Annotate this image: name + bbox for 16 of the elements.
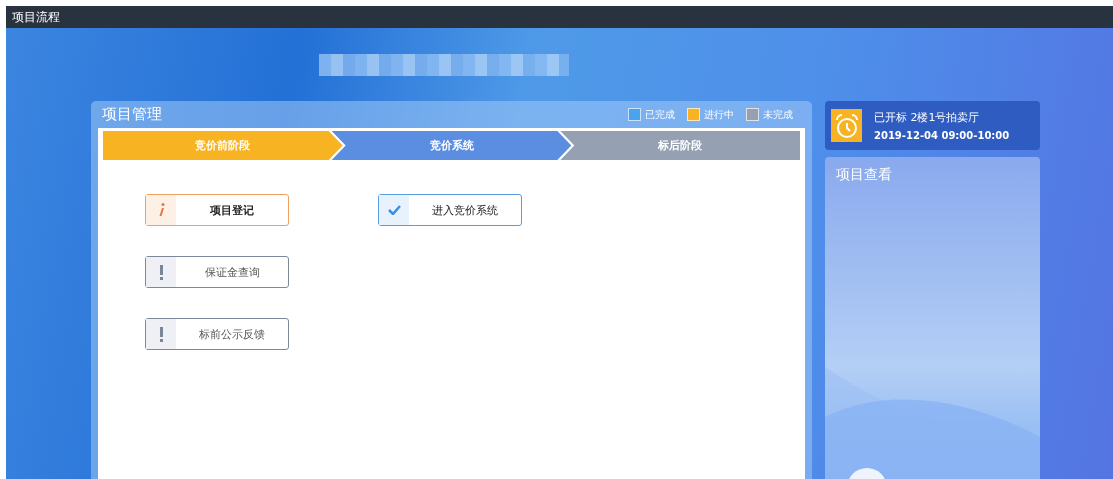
window-title: 项目流程 [12, 8, 60, 26]
action-button[interactable]: 保证金查询 [145, 256, 289, 288]
panel-title: 项目管理 [102, 105, 162, 124]
exclamation-icon [159, 264, 163, 280]
notice-time: 2019-12-04 09:00-10:00 [874, 130, 1010, 141]
action-button[interactable]: 标前公示反馈 [145, 318, 289, 350]
legend-label: 未完成 [763, 107, 793, 122]
side-card-title: 项目查看 [835, 165, 893, 184]
legend-label: 进行中 [704, 107, 734, 122]
info-icon [157, 203, 165, 217]
action-button[interactable]: 进入竞价系统 [378, 194, 522, 226]
exclamation-icon [159, 326, 163, 342]
action-button[interactable]: 项目登记 [145, 194, 289, 226]
notice-status: 已开标 2楼1号拍卖厅 [874, 110, 981, 125]
checkmark-icon [387, 205, 401, 215]
legend-label: 已完成 [645, 107, 675, 122]
